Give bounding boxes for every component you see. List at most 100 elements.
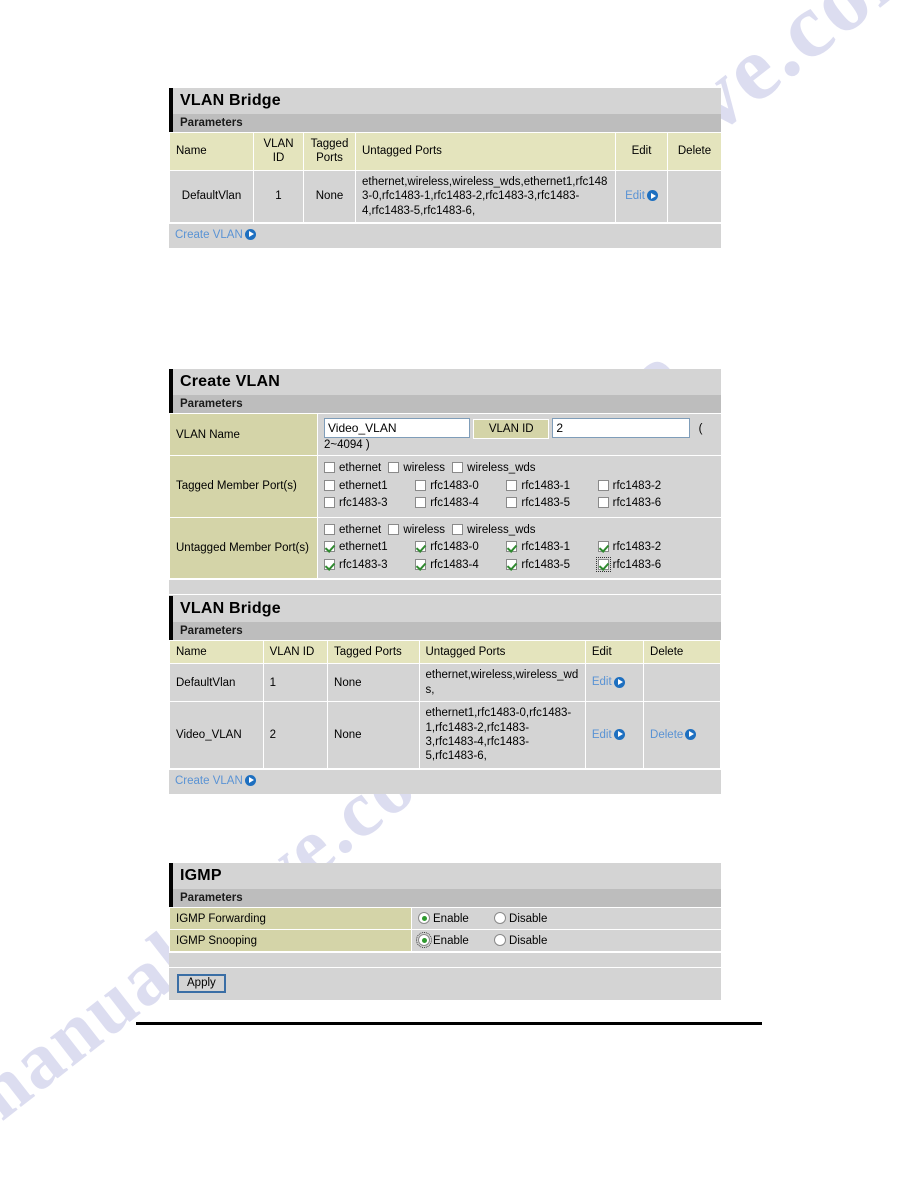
apply-button[interactable]: Apply [177,974,226,993]
checkbox-untagged-rfc1483-1[interactable]: rfc1483-1 [506,539,590,556]
vlan-name-input[interactable] [324,418,470,438]
col-tagged: Tagged Ports [303,132,356,171]
checkbox-icon[interactable] [506,541,518,553]
checkbox-tagged-rfc1483-2[interactable]: rfc1483-2 [597,478,682,495]
radio-icon[interactable] [494,912,507,924]
checkbox-untagged-rfc1483-4[interactable]: rfc1483-4 [415,557,499,574]
checkbox-icon[interactable] [388,523,400,535]
arrow-right-icon [244,774,256,786]
checkbox-tagged-rfc1483-0[interactable]: rfc1483-0 [415,478,499,495]
checkbox-label: rfc1483-3 [339,558,388,571]
create-vlan-link[interactable]: Create VLAN [175,774,243,786]
radio-icon[interactable] [416,932,432,948]
checkbox-icon[interactable] [415,541,427,553]
checkbox-untagged-rfc1483-5[interactable]: rfc1483-5 [506,557,590,574]
checkbox-tagged-wireless-wds[interactable]: wireless_wds [452,460,536,477]
tagged-ports-line-3: rfc1483-3 rfc1483-4 rfc1483-5 rfc1483-6 [324,495,715,513]
checkbox-icon[interactable] [415,479,427,491]
cell-name: DefaultVlan [169,169,254,223]
checkbox-label: rfc1483-5 [521,497,570,510]
vlan-id-label: VLAN ID [473,418,550,439]
checkbox-untagged-ethernet[interactable]: ethernet [324,522,381,539]
checkbox-untagged-ethernet1[interactable]: ethernet1 [324,539,408,556]
checkbox-icon[interactable] [595,556,611,572]
create-vlan-form: VLAN Name VLAN ID ( 2~4094 ) Tagged Memb… [169,413,722,580]
checkbox-tagged-rfc1483-4[interactable]: rfc1483-4 [415,495,499,512]
create-vlan-row: Create VLAN [169,222,721,248]
checkbox-icon[interactable] [415,497,427,509]
page-footer-rule [136,1022,762,1025]
table-row: Video_VLAN 2 None ethernet1,rfc1483-0,rf… [169,701,721,769]
checkbox-label: rfc1483-0 [430,541,479,554]
checkbox-tagged-rfc1483-5[interactable]: rfc1483-5 [506,495,590,512]
checkbox-untagged-wireless-wds[interactable]: wireless_wds [452,522,536,539]
checkbox-label: ethernet [339,523,382,536]
checkbox-untagged-wireless[interactable]: wireless [388,522,445,539]
cell-delete [667,169,722,223]
untagged-ports-line-3: rfc1483-3 rfc1483-4 rfc1483-5 rfc1483-6 [324,556,715,575]
untagged-ports-line-2: ethernet1 rfc1483-0 rfc1483-1 rfc1483-2 [324,539,715,557]
checkbox-untagged-rfc1483-3[interactable]: rfc1483-3 [324,557,408,574]
panel-title: Create VLAN [169,369,721,395]
cell-delete [643,663,721,703]
edit-link[interactable]: Edit [625,190,645,202]
create-vlan-link[interactable]: Create VLAN [175,229,243,241]
radio-icon[interactable] [494,934,507,946]
panel-title: VLAN Bridge [169,596,721,622]
checkbox-label: wireless_wds [467,462,536,474]
checkbox-label: ethernet1 [339,479,388,492]
vlan-name-field-cell: VLAN ID ( 2~4094 ) [317,413,722,456]
radio-forwarding-disable[interactable]: Disable [494,912,547,925]
checkbox-icon[interactable] [597,497,609,509]
arrow-right-icon [244,228,256,240]
col-delete: Delete [643,639,721,665]
checkbox-label: rfc1483-1 [521,541,570,554]
checkbox-label: ethernet [339,462,382,474]
radio-label: Disable [509,935,548,947]
checkbox-icon[interactable] [324,497,335,509]
checkbox-untagged-rfc1483-2[interactable]: rfc1483-2 [597,539,682,556]
checkbox-tagged-ethernet[interactable]: ethernet [324,460,381,477]
checkbox-icon[interactable] [506,558,518,570]
checkbox-label: rfc1483-5 [521,558,570,571]
checkbox-icon[interactable] [324,462,335,473]
col-untagged: Untagged Ports [418,639,586,665]
form-spacer [169,579,721,595]
checkbox-tagged-rfc1483-3[interactable]: rfc1483-3 [324,495,408,512]
vlan-id-input[interactable] [552,418,691,438]
checkbox-icon[interactable] [506,479,518,491]
panel-subtitle: Parameters [169,622,721,640]
checkbox-tagged-ethernet1[interactable]: ethernet1 [324,478,408,495]
checkbox-tagged-rfc1483-6[interactable]: rfc1483-6 [597,495,682,512]
checkbox-tagged-wireless[interactable]: wireless [388,460,445,477]
checkbox-icon[interactable] [597,479,609,491]
checkbox-icon[interactable] [506,497,518,509]
col-edit: Edit [615,132,668,171]
checkbox-icon[interactable] [324,523,335,535]
untagged-ports-cell: ethernet wireless wireless_wds ethernet1… [317,516,722,580]
checkbox-icon[interactable] [452,523,464,535]
checkbox-icon[interactable] [324,558,335,570]
checkbox-icon[interactable] [415,558,427,570]
col-edit: Edit [584,639,645,665]
checkbox-icon[interactable] [597,541,609,553]
checkbox-untagged-rfc1483-6[interactable]: rfc1483-6 [595,556,682,574]
edit-link[interactable]: Edit [592,676,612,688]
checkbox-icon[interactable] [388,462,400,473]
igmp-form: IGMP Forwarding Enable Disable IGMP Snoo… [169,907,722,952]
checkbox-untagged-rfc1483-0[interactable]: rfc1483-0 [415,539,499,556]
radio-forwarding-enable[interactable]: Enable [418,912,469,925]
panel-title: IGMP [169,863,721,889]
table-row: DefaultVlan 1 None ethernet,wireless,wir… [169,663,721,703]
delete-link[interactable]: Delete [650,729,683,741]
checkbox-icon[interactable] [324,479,335,491]
cell-untagged: ethernet,wireless,wireless_wds, [418,663,586,703]
checkbox-tagged-rfc1483-1[interactable]: rfc1483-1 [506,478,590,495]
checkbox-icon[interactable] [324,541,335,553]
vlan-bridge-table-bottom: Name VLAN ID Tagged Ports Untagged Ports… [169,639,721,769]
radio-snooping-disable[interactable]: Disable [494,934,547,947]
checkbox-icon[interactable] [452,462,464,473]
radio-snooping-enable[interactable]: Enable [416,932,469,948]
edit-link[interactable]: Edit [592,729,612,741]
radio-icon[interactable] [418,912,430,924]
